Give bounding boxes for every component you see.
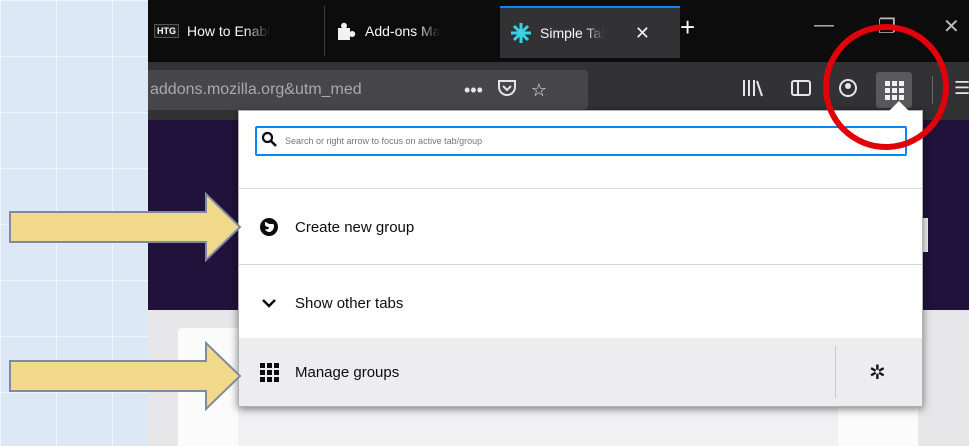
tab-title: Simple Tal bbox=[540, 25, 605, 41]
new-tab-icon[interactable]: + bbox=[680, 14, 695, 40]
create-new-group-item[interactable]: Create new group bbox=[239, 207, 922, 247]
tab-title: Add-ons Ma bbox=[365, 23, 441, 39]
create-new-group-label: Create new group bbox=[295, 218, 415, 236]
manage-groups-item[interactable]: Manage groups bbox=[239, 338, 839, 406]
manage-row: Manage groups ✲ bbox=[239, 338, 922, 406]
bookmark-star-icon[interactable]: ☆ bbox=[531, 80, 547, 101]
search-input[interactable] bbox=[283, 135, 887, 147]
gear-icon[interactable]: ✲ bbox=[869, 360, 886, 385]
pocket-icon[interactable] bbox=[497, 79, 517, 102]
firefox-logo-icon bbox=[257, 217, 281, 237]
htg-favicon: HTG bbox=[154, 24, 179, 38]
page-actions-icon[interactable]: ••• bbox=[464, 80, 483, 101]
puzzle-icon bbox=[335, 20, 357, 42]
grid-icon bbox=[257, 362, 281, 382]
library-icon[interactable] bbox=[742, 78, 764, 103]
tab-title: How to Enabl bbox=[187, 23, 271, 39]
show-other-tabs-label: Show other tabs bbox=[295, 294, 404, 312]
url-text[interactable]: addons.mozilla.org&utm_med bbox=[150, 81, 450, 99]
close-tab-icon[interactable]: ✕ bbox=[635, 23, 650, 44]
menu-icon[interactable]: ☰ bbox=[954, 78, 969, 99]
annotation-arrow-create bbox=[9, 192, 242, 262]
highlight-circle bbox=[823, 24, 949, 150]
search-icon bbox=[261, 131, 277, 152]
search-box[interactable] bbox=[255, 126, 907, 156]
sidebar-icon[interactable] bbox=[790, 78, 812, 103]
tab-simple-tab-groups[interactable]: Simple Tal ✕ bbox=[500, 6, 680, 58]
simple-tab-groups-icon bbox=[510, 22, 532, 44]
tab-how-to-enable[interactable]: HTG How to Enabl bbox=[154, 6, 318, 56]
divider bbox=[239, 264, 922, 265]
divider bbox=[239, 188, 922, 189]
show-other-tabs-item[interactable]: Show other tabs bbox=[239, 283, 922, 323]
minimize-icon[interactable]: — bbox=[814, 14, 834, 37]
url-bar[interactable]: addons.mozilla.org&utm_med ••• ☆ bbox=[148, 70, 588, 110]
divider bbox=[835, 346, 836, 398]
manage-groups-label: Manage groups bbox=[295, 363, 400, 381]
tab-addons-manager[interactable]: Add-ons Ma bbox=[324, 6, 495, 56]
simple-tab-groups-popup: Create new group Show other tabs Manage … bbox=[238, 101, 923, 407]
annotation-arrow-manage bbox=[9, 341, 242, 411]
window-close-icon[interactable]: ✕ bbox=[943, 14, 960, 39]
chevron-down-icon bbox=[257, 298, 281, 308]
